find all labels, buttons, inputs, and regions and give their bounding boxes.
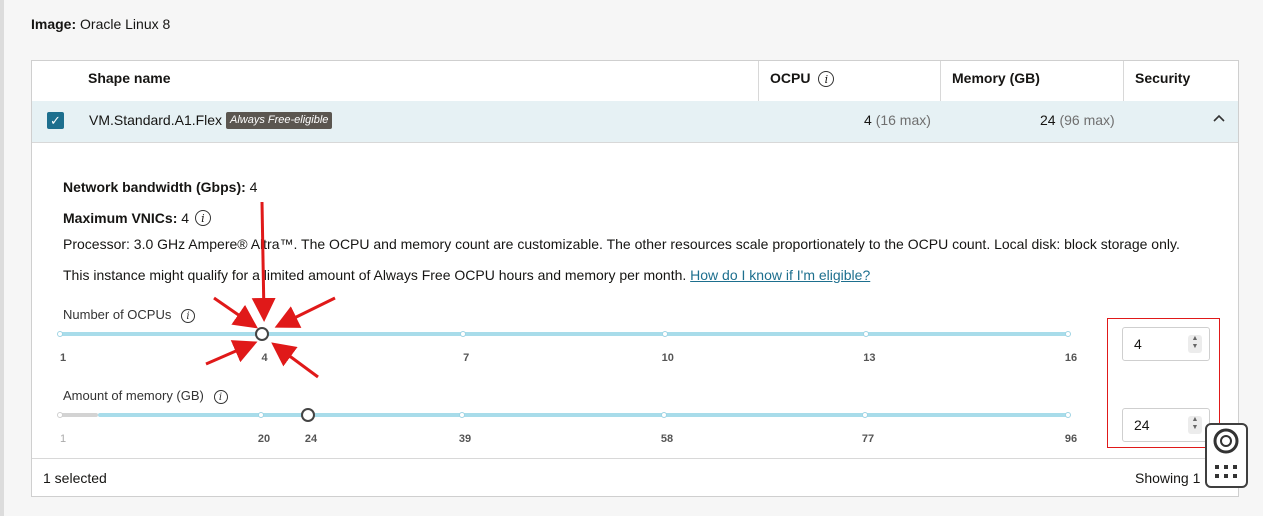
col-ocpu[interactable]: OCPU i	[770, 61, 835, 101]
slider-tick[interactable]	[460, 331, 467, 337]
chevron-up-icon[interactable]	[1212, 111, 1226, 128]
ocpu-slider-label: Number of OCPUs i	[63, 307, 195, 323]
slider-tick[interactable]	[1065, 331, 1071, 337]
annotation-highlight-box	[1107, 318, 1220, 448]
slider-tick[interactable]	[1065, 412, 1071, 418]
slider-tick-label: 1	[59, 352, 67, 364]
table-footer: 1 selected Showing 1	[32, 458, 1238, 499]
col-memory[interactable]: Memory (GB)	[952, 61, 1040, 101]
shape-table: Shape name OCPU i Memory (GB) Security ✓…	[31, 60, 1239, 497]
memory-slider-label: Amount of memory (GB) i	[63, 388, 228, 404]
slider-tick-label: 96	[1064, 433, 1078, 445]
vnics-line: Maximum VNICs: 4 i	[63, 209, 211, 226]
left-edge	[0, 0, 4, 516]
slider-tick-label: 77	[861, 433, 875, 445]
slider-tick-label: 39	[458, 433, 472, 445]
slider-tick-label: 24	[304, 433, 318, 445]
slider-tick[interactable]	[459, 412, 465, 418]
slider-tick[interactable]	[862, 412, 868, 418]
slider-track[interactable]	[60, 332, 1068, 336]
selected-count: 1 selected	[43, 470, 107, 486]
slider-tick[interactable]	[258, 412, 264, 418]
slider-tick[interactable]	[57, 331, 63, 337]
slider-tick[interactable]	[863, 331, 870, 337]
memory-slider-info-icon[interactable]: i	[213, 389, 228, 404]
col-divider	[1123, 61, 1124, 101]
bandwidth-line: Network bandwidth (Gbps): 4	[63, 179, 257, 195]
slider-tick-label: 7	[463, 352, 470, 364]
vnics-info-icon[interactable]: i	[194, 209, 211, 226]
grid-menu-icon[interactable]	[1215, 465, 1237, 478]
slider-tick[interactable]	[661, 412, 667, 418]
ocpu-cell-max: (16 max)	[875, 112, 931, 128]
vnics-label: Maximum VNICs:	[63, 210, 178, 226]
col-shape-name[interactable]: Shape name	[88, 61, 170, 101]
slider-tick-label: 16	[1064, 352, 1078, 364]
slider-tick[interactable]	[57, 412, 63, 418]
slider-thumb[interactable]	[254, 327, 269, 341]
table-header: Shape name OCPU i Memory (GB) Security	[32, 61, 1238, 102]
slider-tick-label: 58	[660, 433, 674, 445]
memory-cell-max: (96 max)	[1059, 112, 1115, 128]
help-widget[interactable]	[1205, 423, 1248, 488]
slider-tick-label: 20	[257, 433, 271, 445]
slider-tick[interactable]	[661, 331, 668, 337]
memory-cell: 24 (96 max)	[1040, 112, 1115, 128]
col-divider	[758, 61, 759, 101]
shape-name: VM.Standard.A1.Flex	[89, 112, 223, 128]
col-divider	[940, 61, 941, 101]
vnics-value: 4	[181, 210, 190, 226]
bandwidth-value: 4	[249, 179, 258, 195]
ocpu-slider-label-text: Number of OCPUs	[63, 307, 172, 322]
slider-thumb[interactable]	[301, 408, 315, 422]
showing-count: Showing 1	[1135, 470, 1201, 486]
memory-slider-label-text: Amount of memory (GB)	[63, 388, 204, 403]
eligibility-link[interactable]: How do I know if I'm eligible?	[690, 267, 870, 283]
ocpu-cell-value: 4	[864, 112, 872, 128]
image-label: Image:	[31, 16, 77, 32]
free-tier-line: This instance might qualify for a limite…	[63, 267, 870, 283]
slider-tick-label: 13	[863, 352, 876, 364]
free-tier-text: This instance might qualify for a limite…	[63, 267, 687, 283]
slider-tick-label: 10	[661, 352, 674, 364]
always-free-badge: Always Free-eligible	[226, 112, 333, 129]
table-row[interactable]: ✓ VM.Standard.A1.Flex Always Free-eligib…	[32, 101, 1238, 143]
ocpu-slider-info-icon[interactable]: i	[181, 308, 195, 323]
slider-tick-label: 4	[261, 352, 268, 364]
image-value: Oracle Linux 8	[80, 16, 171, 32]
slider-tick-label: 1	[59, 433, 67, 445]
slider-track-disabled	[60, 413, 98, 417]
col-security[interactable]: Security	[1135, 61, 1190, 101]
image-info: Image: Oracle Linux 8	[31, 16, 170, 32]
lifebuoy-icon[interactable]	[1207, 425, 1246, 486]
bandwidth-label: Network bandwidth (Gbps):	[63, 179, 246, 195]
slider-track[interactable]	[98, 413, 1068, 417]
processor-text: Processor: 3.0 GHz Ampere® Altra™. The O…	[63, 236, 1180, 252]
ocpu-info-icon[interactable]: i	[818, 71, 835, 88]
row-checkbox[interactable]: ✓	[47, 112, 64, 129]
memory-cell-value: 24	[1040, 112, 1056, 128]
col-ocpu-label: OCPU	[770, 70, 811, 86]
ocpu-cell: 4 (16 max)	[864, 112, 931, 128]
